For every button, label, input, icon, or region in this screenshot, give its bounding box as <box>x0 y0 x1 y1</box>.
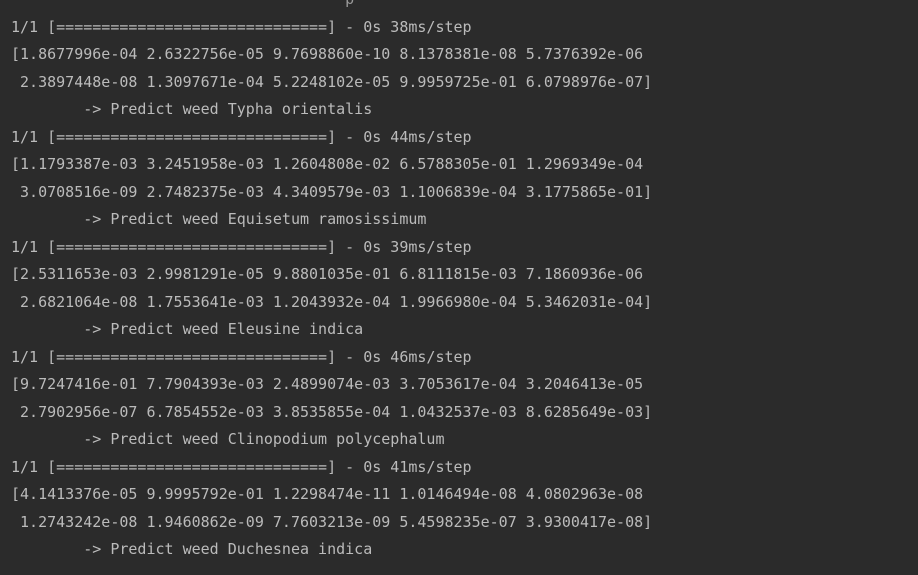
probability-line: [1.8677996e-04 2.6322756e-05 9.7698860e-… <box>11 45 644 63</box>
progress-line: 1/1 [==============================] - 0… <box>11 237 472 256</box>
probability-line: [9.7247416e-01 7.7904393e-03 2.4899074e-… <box>11 375 644 393</box>
probability-line: 2.3897448e-08 1.3097671e-04 5.2248102e-0… <box>11 72 653 91</box>
probability-line: 1.2743242e-08 1.9460862e-09 7.7603213e-0… <box>11 512 653 531</box>
progress-line: 1/1 [==============================] - 0… <box>11 457 472 476</box>
probability-line: 2.6821064e-08 1.7553641e-03 1.2043932e-0… <box>11 292 653 311</box>
prediction-line: -> Predict weed Eleusine indica <box>11 320 364 338</box>
console-lines: p 1/1 [==============================] -… <box>11 0 652 564</box>
progress-line: 1/1 [==============================] - 0… <box>11 17 472 36</box>
progress-line: 1/1 [==============================] - 0… <box>11 347 472 366</box>
progress-line: 1/1 [==============================] - 0… <box>11 127 472 146</box>
console-line-truncated: p <box>11 0 652 14</box>
console-output[interactable]: p 1/1 [==============================] -… <box>0 0 918 575</box>
probability-line: [4.1413376e-05 9.9995792e-01 1.2298474e-… <box>11 485 644 503</box>
prediction-line: -> Predict weed Duchesnea indica <box>11 540 373 558</box>
prediction-line: -> Predict weed Clinopodium polycephalum <box>11 430 445 448</box>
prediction-line: -> Predict weed Equisetum ramosissimum <box>11 210 427 228</box>
prediction-line: -> Predict weed Typha orientalis <box>11 100 373 118</box>
probability-line: [1.1793387e-03 3.2451958e-03 1.2604808e-… <box>11 155 644 173</box>
probability-line: 3.0708516e-09 2.7482375e-03 4.3409579e-0… <box>11 182 653 201</box>
probability-line: 2.7902956e-07 6.7854552e-03 3.8535855e-0… <box>11 402 653 421</box>
probability-line: [2.5311653e-03 2.9981291e-05 9.8801035e-… <box>11 265 644 283</box>
